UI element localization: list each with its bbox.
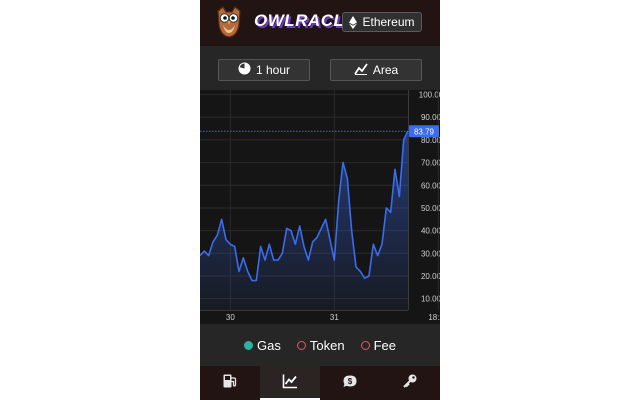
legend-label-fee: Fee bbox=[373, 337, 396, 353]
gas-chart[interactable]: 100.0090.0080.0070.0060.0050.0040.0030.0… bbox=[200, 90, 440, 324]
y-tick-label: 40.00 bbox=[421, 227, 440, 236]
legend-label-token: Token bbox=[309, 337, 345, 353]
legend-item-fee[interactable]: Fee bbox=[360, 337, 396, 353]
ethereum-icon bbox=[349, 15, 358, 29]
app-frame: OWLRACLE Ethereum 1 hour Area 100.0 90.0… bbox=[200, 0, 440, 400]
tab-gas[interactable] bbox=[200, 366, 260, 400]
key-icon bbox=[402, 373, 418, 394]
chart-svg[interactable]: 100.0090.0080.0070.0060.0050.0040.0030.0… bbox=[200, 90, 440, 324]
area-fill bbox=[200, 130, 408, 310]
legend-dot-fee bbox=[360, 340, 370, 350]
y-tick-label: 100.00 bbox=[419, 91, 440, 100]
network-selector-button[interactable]: Ethereum bbox=[342, 12, 422, 32]
x-tick-label: 31 bbox=[330, 313, 339, 322]
timeframe-button[interactable]: 1 hour bbox=[218, 59, 310, 81]
gas-pump-icon bbox=[222, 373, 238, 394]
legend-label-gas: Gas bbox=[257, 337, 281, 353]
brand-name: OWLRACLE bbox=[254, 11, 357, 30]
chart-controls: 1 hour Area bbox=[200, 46, 440, 90]
money-icon: $ bbox=[342, 373, 358, 394]
y-tick-label: 10.00 bbox=[421, 295, 440, 304]
header-bar: OWLRACLE Ethereum bbox=[200, 0, 440, 46]
legend-dot-gas bbox=[244, 340, 254, 350]
y-tick-label: 50.00 bbox=[421, 204, 440, 213]
area-chart-icon bbox=[354, 62, 368, 78]
legend-item-token[interactable]: Token bbox=[296, 337, 345, 353]
x-tick-label: 30 bbox=[226, 313, 235, 322]
y-tick-label: 30.00 bbox=[421, 249, 440, 258]
owl-logo[interactable] bbox=[214, 5, 244, 39]
tab-fees[interactable]: $ bbox=[320, 366, 380, 400]
legend-dot-token bbox=[296, 340, 306, 350]
clock-icon bbox=[238, 62, 251, 78]
y-tick-label: 70.00 bbox=[421, 159, 440, 168]
y-tick-label: 20.00 bbox=[421, 272, 440, 281]
chart-icon bbox=[282, 373, 298, 394]
x-tick-label: 18:27 bbox=[428, 313, 440, 322]
y-tick-label: 60.00 bbox=[421, 181, 440, 190]
tab-chart[interactable] bbox=[260, 366, 320, 400]
current-value-label: 83.79 bbox=[414, 127, 435, 136]
y-tick-label: 90.00 bbox=[421, 113, 440, 122]
bottom-tab-bar: $ bbox=[200, 366, 440, 400]
legend-item-gas[interactable]: Gas bbox=[244, 338, 281, 353]
chart-type-label: Area bbox=[372, 63, 399, 77]
svg-text:$: $ bbox=[348, 377, 353, 386]
timeframe-label: 1 hour bbox=[255, 63, 291, 77]
network-label: Ethereum bbox=[362, 15, 415, 29]
chart-legend: Gas Token Fee bbox=[200, 324, 440, 366]
tab-api-keys[interactable] bbox=[380, 366, 440, 400]
chart-type-button[interactable]: Area bbox=[330, 59, 422, 81]
